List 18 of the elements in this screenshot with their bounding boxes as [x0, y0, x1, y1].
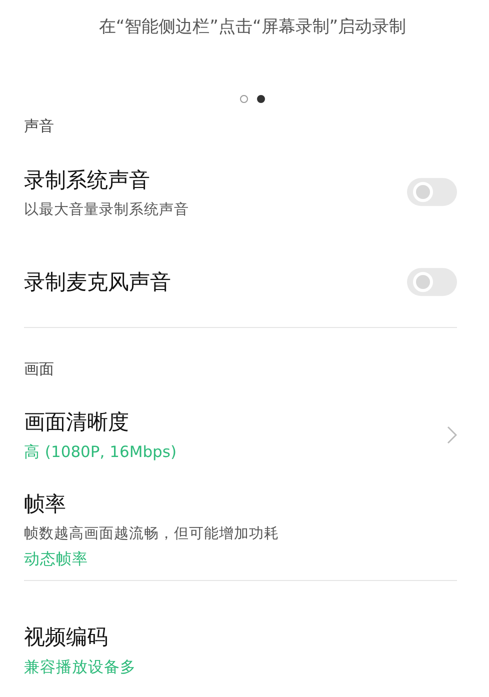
- hint-text: 在“智能侧边栏”点击“屏幕录制”启动录制: [98, 16, 408, 39]
- setting-value: 动态帧率: [24, 549, 89, 570]
- setting-title[interactable]: 视频编码: [24, 622, 136, 650]
- toggle-switch[interactable]: [407, 268, 457, 296]
- section-header: 画面: [24, 359, 55, 380]
- chevron-right-icon: [447, 426, 457, 444]
- setting-title[interactable]: 录制麦克风声音: [24, 268, 171, 296]
- setting-description: 帧数越高画面越流畅，但可能增加功耗: [24, 524, 279, 543]
- setting-title[interactable]: 录制系统声音: [24, 166, 189, 194]
- page-dot[interactable]: [240, 95, 248, 103]
- setting-title[interactable]: 帧率: [24, 490, 279, 518]
- setting-value: 兼容播放设备多: [24, 656, 136, 678]
- setting-description: 以最大音量录制系统声音: [24, 200, 189, 218]
- setting-value: 高 (1080P, 16Mbps): [24, 442, 177, 462]
- page-dot[interactable]: [257, 95, 265, 103]
- section-header: 声音: [24, 116, 55, 137]
- toggle-switch[interactable]: [407, 178, 457, 206]
- setting-title[interactable]: 画面清晰度: [24, 408, 177, 436]
